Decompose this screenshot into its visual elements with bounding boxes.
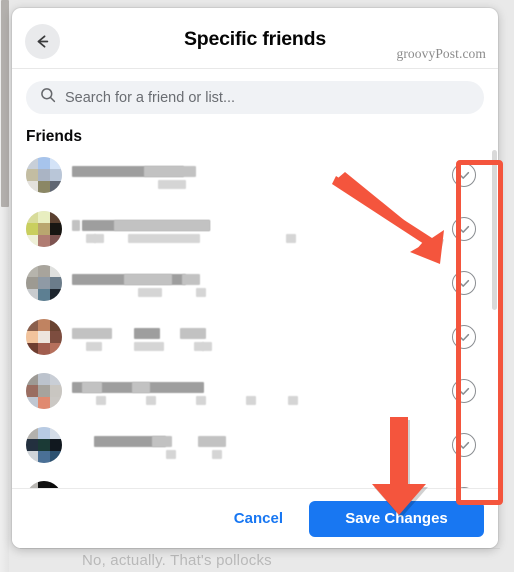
- friend-name-redacted: [72, 433, 452, 459]
- avatar: [26, 319, 62, 355]
- avatar: [26, 211, 62, 247]
- friend-row[interactable]: [12, 364, 498, 418]
- friend-row[interactable]: [12, 202, 498, 256]
- background-hidden-text: No, actually. That's pollocks: [82, 552, 272, 569]
- dialog-footer: Cancel Save Changes: [12, 488, 498, 548]
- cancel-button[interactable]: Cancel: [216, 502, 301, 535]
- friend-select-checkbox[interactable]: [452, 433, 476, 457]
- search-area: Search for a friend or list...: [12, 69, 498, 122]
- page-scrollbar-track[interactable]: [0, 0, 9, 572]
- friend-select-checkbox[interactable]: [452, 271, 476, 295]
- friend-row[interactable]: [12, 256, 498, 310]
- specific-friends-dialog: Specific friends groovyPost.com Search f…: [12, 8, 498, 548]
- search-icon: [40, 87, 56, 108]
- friend-row[interactable]: [12, 472, 498, 488]
- avatar: [26, 265, 62, 301]
- friends-list[interactable]: [12, 148, 498, 488]
- check-icon: [459, 441, 469, 449]
- friend-row[interactable]: [12, 310, 498, 364]
- friend-name-redacted: [72, 163, 452, 189]
- background-divider: [20, 548, 500, 549]
- friend-name-redacted: [72, 271, 452, 297]
- friend-row[interactable]: [12, 418, 498, 472]
- dialog-header: Specific friends groovyPost.com: [12, 8, 498, 69]
- check-icon: [459, 279, 469, 287]
- friend-select-checkbox[interactable]: [452, 217, 476, 241]
- friend-name-redacted: [72, 379, 452, 405]
- search-input[interactable]: Search for a friend or list...: [26, 81, 484, 114]
- save-changes-button[interactable]: Save Changes: [309, 500, 484, 537]
- search-placeholder: Search for a friend or list...: [65, 89, 236, 106]
- friend-select-checkbox[interactable]: [452, 379, 476, 403]
- avatar: [26, 481, 62, 488]
- check-icon: [459, 225, 469, 233]
- avatar: [26, 427, 62, 463]
- friend-select-checkbox[interactable]: [452, 325, 476, 349]
- check-icon: [459, 333, 469, 341]
- friend-name-redacted: [72, 325, 452, 351]
- friend-row[interactable]: [12, 148, 498, 202]
- check-icon: [459, 171, 469, 179]
- check-icon: [459, 387, 469, 395]
- avatar: [26, 373, 62, 409]
- friend-name-redacted: [72, 217, 452, 243]
- site-watermark: groovyPost.com: [396, 46, 486, 61]
- page-scrollbar-thumb[interactable]: [1, 0, 9, 207]
- avatar: [26, 157, 62, 193]
- page-background: No, actually. That's pollocks Specific f…: [0, 0, 514, 572]
- friend-select-checkbox[interactable]: [452, 163, 476, 187]
